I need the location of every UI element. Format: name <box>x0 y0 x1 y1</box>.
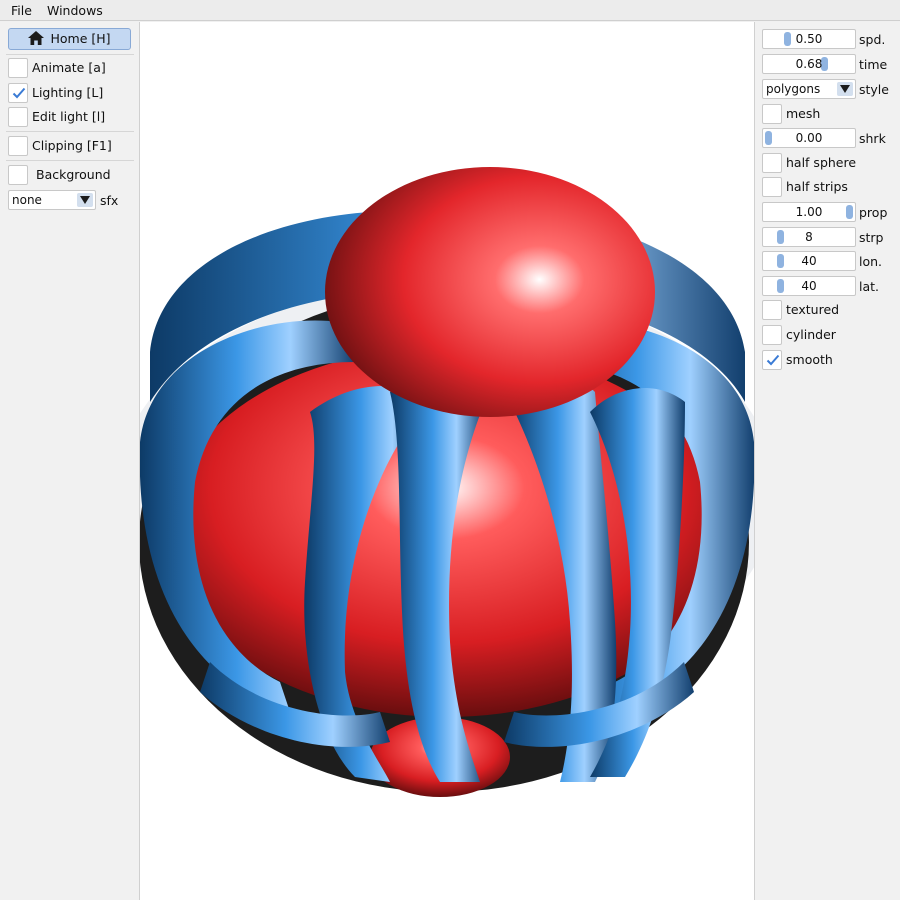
style-value: polygons <box>766 82 821 96</box>
strp-slider[interactable]: 8 <box>762 227 856 247</box>
half-sphere-checkbox[interactable] <box>762 153 782 173</box>
red-top-lobe <box>325 167 655 417</box>
sfx-value: none <box>12 193 42 207</box>
menu-windows[interactable]: Windows <box>47 3 103 18</box>
animate-toggle[interactable]: Animate [a] <box>8 58 136 78</box>
clipping-checkbox[interactable] <box>8 136 28 156</box>
3d-viewport[interactable] <box>140 22 754 900</box>
shrk-value: 0.00 <box>795 131 823 145</box>
home-button[interactable]: Home [H] <box>8 28 131 50</box>
sfx-select[interactable]: none <box>8 190 96 210</box>
strp-label: strp <box>859 230 884 245</box>
shrk-label: shrk <box>859 131 886 146</box>
prop-value: 1.00 <box>795 205 823 219</box>
half-strips-label: half strips <box>786 179 848 194</box>
style-label: style <box>859 82 889 97</box>
background-checkbox[interactable] <box>8 165 28 185</box>
mesh-label: mesh <box>786 106 821 121</box>
menu-file[interactable]: File <box>11 3 32 18</box>
background-toggle[interactable]: Background <box>8 165 136 185</box>
smooth-label: smooth <box>786 352 833 367</box>
time-value: 0.68 <box>795 57 823 71</box>
clipping-label: Clipping [F1] <box>32 138 112 153</box>
spd-label: spd. <box>859 32 886 47</box>
cylinder-label: cylinder <box>786 327 836 342</box>
divider <box>6 131 134 132</box>
smooth-checkbox[interactable] <box>762 350 782 370</box>
spherical-harmonic-model <box>140 167 754 797</box>
checkmark-icon <box>12 87 26 99</box>
divider <box>6 54 134 55</box>
half-sphere-label: half sphere <box>786 155 857 170</box>
lighting-toggle[interactable]: Lighting [L] <box>8 83 136 103</box>
lighting-checkbox[interactable] <box>8 83 28 103</box>
divider <box>6 160 134 161</box>
home-button-label: Home [H] <box>50 31 111 46</box>
home-icon <box>28 31 45 51</box>
background-label: Background <box>36 167 111 182</box>
spd-value: 0.50 <box>795 32 823 46</box>
half-strips-checkbox[interactable] <box>762 177 782 197</box>
textured-checkbox[interactable] <box>762 300 782 320</box>
dropdown-arrow-icon <box>77 193 93 207</box>
spd-slider[interactable]: 0.50 <box>762 29 856 49</box>
style-select[interactable]: polygons <box>762 79 856 99</box>
lon-label: lon. <box>859 254 883 269</box>
checkmark-icon <box>766 354 780 366</box>
time-label: time <box>859 57 888 72</box>
textured-label: textured <box>786 302 840 317</box>
strp-value: 8 <box>805 230 813 244</box>
clipping-toggle[interactable]: Clipping [F1] <box>8 136 136 156</box>
mesh-checkbox[interactable] <box>762 104 782 124</box>
menu-bar: File Windows <box>0 0 900 21</box>
animate-label: Animate [a] <box>32 60 106 75</box>
edit-light-label: Edit light [l] <box>32 109 106 124</box>
dropdown-arrow-icon <box>837 82 853 96</box>
edit-light-checkbox[interactable] <box>8 107 28 127</box>
lat-slider[interactable]: 40 <box>762 276 856 296</box>
lon-slider[interactable]: 40 <box>762 251 856 271</box>
lighting-label: Lighting [L] <box>32 85 104 100</box>
sfx-label: sfx <box>100 193 119 208</box>
shrk-slider[interactable]: 0.00 <box>762 128 856 148</box>
left-control-panel: Home [H] Animate [a] Lighting [L] Edit l… <box>0 22 140 900</box>
prop-slider[interactable]: 1.00 <box>762 202 856 222</box>
lon-value: 40 <box>801 254 817 268</box>
edit-light-toggle[interactable]: Edit light [l] <box>8 107 136 127</box>
lat-value: 40 <box>801 279 817 293</box>
cylinder-checkbox[interactable] <box>762 325 782 345</box>
prop-label: prop <box>859 205 888 220</box>
animate-checkbox[interactable] <box>8 58 28 78</box>
time-slider[interactable]: 0.68 <box>762 54 856 74</box>
lat-label: lat. <box>859 279 880 294</box>
